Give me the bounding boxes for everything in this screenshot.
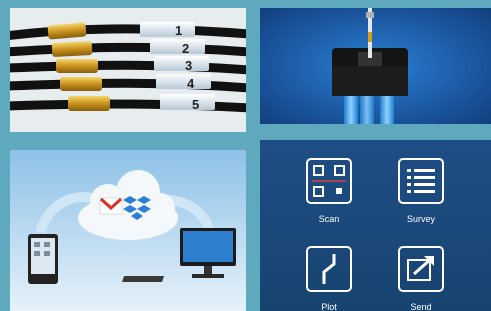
scan-button[interactable] — [306, 158, 352, 204]
cable-marker-3: 3 — [185, 58, 192, 73]
cable-marker-5: 5 — [192, 97, 199, 112]
gmail-icon — [99, 197, 123, 215]
cables-illustration: 1 2 3 4 5 — [10, 8, 246, 132]
cable-marker-1: 1 — [175, 23, 182, 38]
cloud-sync-image — [10, 150, 246, 311]
route-plot-icon — [322, 254, 336, 284]
probe-illustration — [260, 8, 491, 124]
scan-label: Scan — [318, 214, 340, 224]
cables-image: 1 2 3 4 5 — [10, 8, 246, 132]
send-button[interactable] — [398, 246, 444, 292]
tablet-icon — [28, 234, 58, 284]
cable-marker-2: 2 — [182, 41, 189, 56]
cloud-sync-illustration — [10, 150, 246, 311]
plot-label: Plot — [321, 302, 337, 311]
survey-button[interactable] — [398, 158, 444, 204]
list-icon — [407, 169, 435, 193]
plot-button[interactable] — [306, 246, 352, 292]
app-menu-panel: Scan Survey Plot Send — [260, 140, 491, 311]
probe-image — [260, 8, 491, 124]
send-icon — [407, 256, 434, 281]
cable-marker-4: 4 — [187, 76, 195, 91]
survey-label: Survey — [406, 214, 435, 224]
send-label: Send — [410, 302, 432, 311]
qr-scan-icon — [312, 165, 346, 197]
